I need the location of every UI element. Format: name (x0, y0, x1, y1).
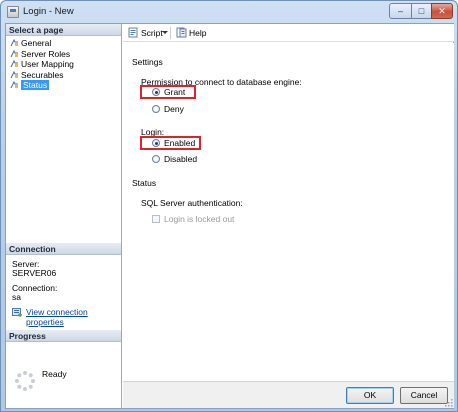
script-button[interactable]: Script (128, 27, 163, 39)
page-item-server-roles[interactable]: Server Roles (8, 49, 120, 60)
radio-button[interactable] (152, 88, 160, 96)
grant-radio[interactable]: Grant (152, 86, 185, 98)
page-icon (10, 39, 19, 47)
left-pane: Select a page General Server Roles User … (6, 24, 122, 408)
settings-section-title: Settings (132, 57, 163, 67)
page-item-user-mapping[interactable]: User Mapping (8, 59, 120, 70)
app-window-icon (7, 6, 19, 18)
help-label: Help (189, 28, 207, 38)
page-item-label: Securables (21, 69, 64, 80)
locked-out-label: Login is locked out (164, 214, 235, 224)
server-value: SERVER06 (12, 268, 57, 278)
select-page-header: Select a page (6, 24, 121, 36)
radio-button[interactable] (152, 155, 160, 163)
status-section-title: Status (132, 178, 157, 188)
maximize-button[interactable]: □ (411, 3, 432, 19)
minimize-button[interactable]: – (389, 3, 412, 19)
disabled-radio[interactable]: Disabled (152, 153, 197, 165)
help-button[interactable]: Help (176, 27, 206, 39)
radio-button[interactable] (152, 139, 160, 147)
progress-status: Ready (42, 369, 67, 379)
deny-radio[interactable]: Deny (152, 103, 184, 115)
dialog-button-bar: OK Cancel (123, 381, 454, 408)
cancel-button[interactable]: Cancel (400, 387, 448, 404)
view-connection-properties-link[interactable]: View connection properties (26, 307, 121, 327)
title-bar[interactable]: Login - New – □ ✕ (1, 1, 457, 23)
deny-label: Deny (164, 104, 184, 114)
page-icon (10, 81, 19, 89)
login-locked-out-checkbox[interactable]: Login is locked out (152, 213, 234, 225)
resize-grip-icon[interactable] (445, 399, 453, 407)
window-title: Login - New (23, 6, 74, 17)
script-dropdown-arrow-icon[interactable] (162, 31, 168, 34)
ok-button[interactable]: OK (346, 387, 394, 404)
dialog-client-area: Select a page General Server Roles User … (5, 23, 454, 409)
progress-spinner-icon (14, 370, 36, 392)
page-item-label: Status (21, 80, 50, 90)
progress-header: Progress (6, 330, 121, 342)
page-item-label: User Mapping (21, 59, 74, 69)
page-item-label: General (21, 38, 52, 48)
page-item-status[interactable]: Status (8, 80, 120, 91)
page-icon (10, 70, 19, 79)
page-item-securables[interactable]: Securables (8, 70, 120, 81)
script-label: Script (141, 28, 163, 38)
sql-auth-label: SQL Server authentication: (141, 198, 243, 208)
page-item-general[interactable]: General (8, 38, 120, 49)
toolbar: Script Help (123, 24, 454, 42)
toolbar-separator (170, 27, 171, 39)
page-icon (10, 49, 19, 58)
help-icon (176, 27, 187, 38)
disabled-label: Disabled (164, 154, 198, 164)
status-page-content: Settings Permission to connect to databa… (123, 43, 454, 381)
login-new-dialog: Login - New – □ ✕ Select a page General (0, 0, 458, 412)
script-icon (128, 27, 139, 38)
connection-properties-icon (12, 307, 22, 317)
enabled-label: Enabled (164, 138, 196, 148)
connection-value: sa (12, 292, 21, 302)
radio-button[interactable] (152, 105, 160, 113)
close-button[interactable]: ✕ (431, 3, 453, 19)
page-icon (10, 60, 19, 68)
page-item-label: Server Roles (21, 48, 71, 59)
connection-header: Connection (6, 243, 121, 255)
page-list: General Server Roles User Mapping Secura… (8, 38, 120, 91)
grant-label: Grant (164, 87, 186, 97)
checkbox[interactable] (152, 215, 160, 223)
enabled-radio[interactable]: Enabled (152, 137, 195, 149)
